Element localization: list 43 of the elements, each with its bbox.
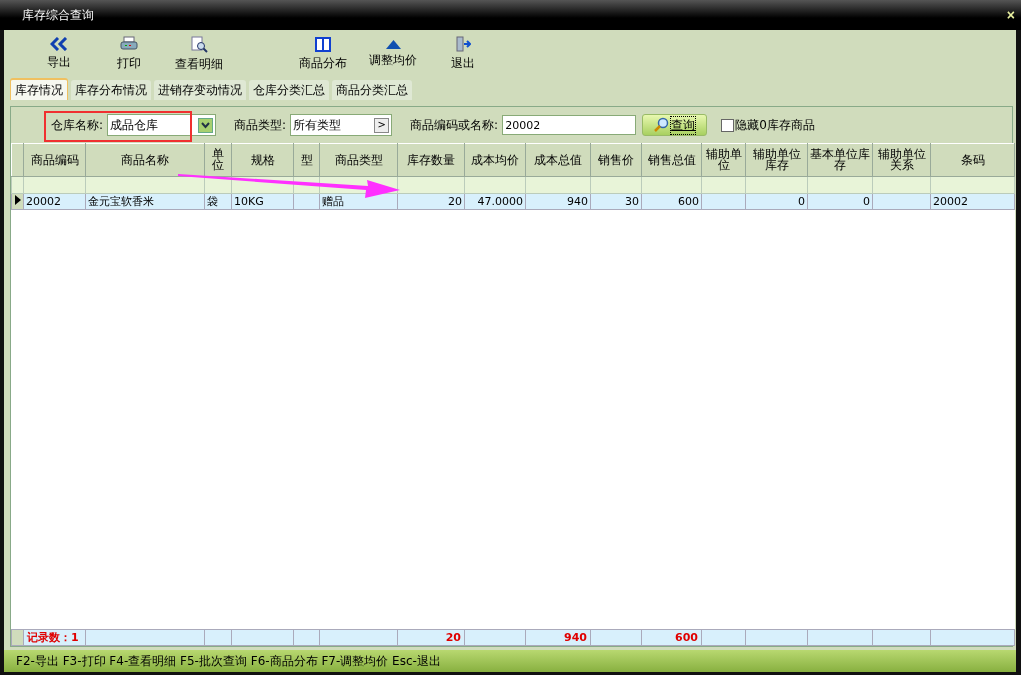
tab[interactable]: 进销存变动情况: [154, 80, 246, 100]
toolbar-button[interactable]: 退出: [428, 36, 498, 72]
column-header[interactable]: 销售价: [590, 143, 642, 177]
toolbar-button[interactable]: 商品分布: [288, 36, 358, 72]
window-title: 库存综合查询: [22, 6, 94, 24]
column-header[interactable]: 成本均价: [464, 143, 526, 177]
tab[interactable]: 库存分布情况: [71, 80, 151, 100]
browse-button[interactable]: >: [374, 117, 390, 133]
code-input-field[interactable]: 20002: [502, 115, 637, 135]
hide-zero-stock-label: 隐藏0库存商品: [735, 116, 815, 134]
toolbar-button[interactable]: 打印: [94, 36, 164, 72]
column-header[interactable]: 条码: [930, 143, 1015, 177]
column-header[interactable]: 辅助单位关系: [872, 143, 931, 177]
type-dropdown[interactable]: 所有类型 >: [290, 114, 393, 136]
tab[interactable]: 库存情况: [10, 78, 68, 100]
toolbar-button[interactable]: 查看明细: [164, 35, 234, 73]
query-button[interactable]: 查询: [642, 114, 708, 136]
record-count: 记录数：1: [27, 631, 79, 644]
column-header[interactable]: 库存数量: [397, 143, 465, 177]
warehouse-label: 仓库名称:: [51, 116, 104, 134]
close-button[interactable]: ×: [1006, 7, 1015, 23]
total-cell: 940: [564, 631, 587, 644]
column-header[interactable]: 辅助单位: [701, 143, 746, 177]
code-label: 商品编码或名称:: [410, 116, 499, 134]
warehouse-dropdown[interactable]: 成品仓库: [107, 114, 217, 136]
total-cell: 20: [445, 631, 461, 644]
type-label: 商品类型:: [234, 116, 287, 134]
tab[interactable]: 商品分类汇总: [332, 80, 412, 100]
column-header[interactable]: 规格: [231, 143, 294, 177]
toolbar-button[interactable]: 调整均价: [358, 39, 428, 69]
column-header[interactable]: 辅助单位库存: [745, 143, 808, 177]
column-header[interactable]: 商品类型: [319, 143, 398, 177]
column-header[interactable]: 单位: [204, 143, 232, 177]
column-header[interactable]: 商品编码: [23, 143, 86, 177]
column-header[interactable]: 商品名称: [85, 143, 205, 177]
total-cell: 600: [675, 631, 698, 644]
column-header[interactable]: 成本总值: [525, 143, 591, 177]
toolbar-button[interactable]: 导出: [24, 37, 94, 71]
shortcut-hints: F2-导出 F3-打印 F4-查看明细 F5-批次查询 F6-商品分布 F7-调整均价 Esc-退出: [16, 652, 441, 670]
column-header[interactable]: 销售总值: [641, 143, 702, 177]
tab[interactable]: 仓库分类汇总: [249, 80, 329, 100]
column-header[interactable]: 基本单位库存: [807, 143, 873, 177]
column-header[interactable]: 型: [293, 143, 320, 177]
